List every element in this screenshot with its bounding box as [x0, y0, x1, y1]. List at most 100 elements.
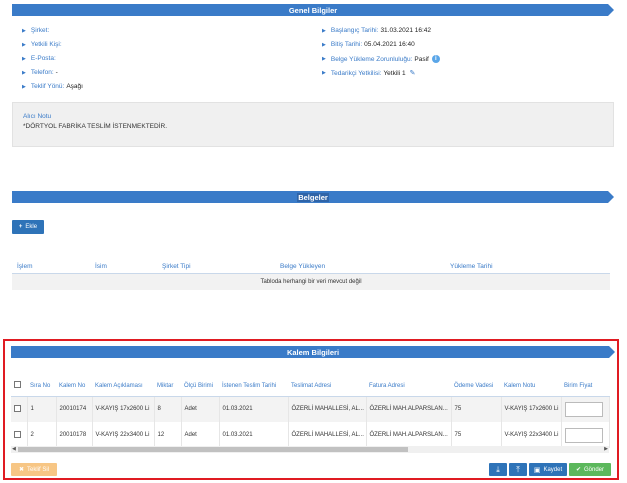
- bullet-icon: ▶: [322, 41, 326, 48]
- doc-required-label: Belge Yükleme Zorunluluğu:: [330, 55, 413, 63]
- invoice-address: ÖZERLİ MAH.ALPARSLAN...: [366, 422, 452, 448]
- scrollbar-thumb[interactable]: [18, 447, 408, 452]
- check-icon: ✔: [575, 467, 581, 473]
- item-no: 20010174: [56, 396, 93, 422]
- bullet-icon: ▶: [22, 69, 26, 76]
- info-icon[interactable]: i: [431, 55, 440, 63]
- upload-button[interactable]: ⤒: [509, 463, 527, 476]
- item-note: V-KAYIŞ 22x3400 Li: [501, 422, 562, 448]
- bullet-icon: ▶: [322, 27, 326, 34]
- col-action[interactable]: İşlem: [17, 263, 33, 273]
- start-date-value: 31.03.2021 16:42: [380, 27, 432, 34]
- payment-term: 75: [451, 396, 502, 422]
- delete-offer-label: Teklif Sil: [27, 466, 50, 473]
- select-all-cell[interactable]: [11, 376, 27, 397]
- row-no: 1: [27, 396, 57, 422]
- supplier-contact-label: Tedarikçi Yetkilisi:: [330, 69, 382, 77]
- documents-title: Belgeler: [298, 192, 328, 202]
- info-company: ▶ Şirket:: [22, 27, 51, 34]
- info-email: ▶ E-Posta:: [22, 55, 58, 62]
- info-phone: ▶ Telefon: -: [22, 69, 58, 76]
- col-item-no[interactable]: Kalem No: [56, 376, 92, 397]
- add-document-button[interactable]: + Ekle: [12, 220, 44, 234]
- item-no: 20010178: [56, 422, 93, 448]
- scroll-right-icon[interactable]: ▶: [604, 446, 608, 453]
- row-select-cell[interactable]: [11, 422, 28, 448]
- unit-price-cell: [561, 396, 610, 422]
- col-item-desc[interactable]: Kalem Açıklaması: [92, 376, 154, 397]
- col-name[interactable]: İsim: [95, 263, 107, 273]
- items-header: Kalem Bilgileri: [11, 346, 615, 358]
- edit-icon[interactable]: ✎: [410, 69, 416, 77]
- row-no: 2: [27, 422, 57, 448]
- unit-price-cell: [561, 422, 610, 448]
- supplier-contact-value: Yetkili 1: [383, 69, 406, 77]
- unit-price-input[interactable]: [564, 427, 603, 443]
- bullet-icon: ▶: [22, 27, 26, 34]
- requested-date: 01.03.2021: [219, 422, 289, 448]
- payment-term: 75: [451, 422, 502, 448]
- info-doc-required: ▶ Belge Yükleme Zorunluluğu: Pasif i: [322, 55, 440, 63]
- add-document-label: Ekle: [25, 224, 38, 230]
- items-table: Sıra No Kalem No Kalem Açıklaması Miktar…: [11, 376, 610, 448]
- col-unit[interactable]: Ölçü Birimi: [181, 376, 219, 397]
- col-row-no[interactable]: Sıra No: [27, 376, 56, 397]
- scroll-left-icon[interactable]: ◀: [12, 446, 16, 453]
- delivery-address: ÖZERLİ MAHALLESİ, AL...: [288, 396, 367, 422]
- send-label: Gönder: [584, 466, 605, 473]
- col-payment-term[interactable]: Ödeme Vadesi: [451, 376, 501, 397]
- delivery-address: ÖZERLİ MAHALLESİ, AL...: [288, 422, 367, 448]
- buyer-note-text: *DÖRTYOL FABRİKA TESLİM İSTENMEKTEDİR.: [23, 123, 167, 130]
- info-contact: ▶ Yetkili Kişi:: [22, 41, 64, 48]
- send-button[interactable]: ✔ Gönder: [569, 463, 611, 476]
- documents-table-header: İşlem İsim Şirket Tipi Belge Yükleyen Yü…: [12, 258, 610, 274]
- save-button[interactable]: ▣ Kaydet: [529, 463, 567, 476]
- plus-icon: +: [18, 224, 23, 230]
- col-quantity[interactable]: Miktar: [154, 376, 181, 397]
- info-bid-direction: ▶ Teklif Yönü: Aşağı: [22, 83, 83, 90]
- col-delivery-address[interactable]: Teslimat Adresi: [288, 376, 366, 397]
- row-checkbox[interactable]: [14, 404, 21, 412]
- unit: Adet: [181, 396, 220, 422]
- save-icon: ▣: [533, 466, 541, 474]
- download-button[interactable]: ⤓: [489, 463, 507, 476]
- select-all-checkbox[interactable]: [14, 381, 21, 389]
- quantity: 12: [154, 422, 182, 448]
- quantity: 8: [154, 396, 182, 422]
- download-icon: ⤓: [496, 464, 500, 474]
- documents-header: Belgeler: [12, 191, 614, 203]
- table-row: 2 20010178 V-KAYIŞ 22x3400 Li 12 Adet 01…: [11, 422, 610, 448]
- phone-label: Telefon:: [30, 69, 54, 76]
- start-date-label: Başlangıç Tarihi:: [330, 27, 379, 34]
- doc-required-value: Pasif: [414, 55, 429, 63]
- col-unit-price[interactable]: Birim Fiyat: [561, 376, 609, 397]
- col-uploader[interactable]: Belge Yükleyen: [280, 263, 325, 273]
- delete-offer-button[interactable]: ✖ Teklif Sil: [11, 463, 57, 476]
- invoice-address: ÖZERLİ MAH.ALPARSLAN...: [366, 396, 452, 422]
- bullet-icon: ▶: [22, 55, 26, 62]
- documents-empty-message: Tabloda herhangi bir veri mevcut değil: [12, 274, 610, 290]
- item-desc: V-KAYIŞ 17x2600 Li: [92, 396, 155, 422]
- general-info-title: Genel Bilgiler: [288, 5, 338, 15]
- requested-date: 01.03.2021: [219, 396, 289, 422]
- save-label: Kaydet: [543, 466, 563, 473]
- col-company-type[interactable]: Şirket Tipi: [162, 263, 191, 273]
- col-upload-date[interactable]: Yükleme Tarihi: [450, 263, 493, 273]
- buyer-note-box: Alıcı Notu *DÖRTYOL FABRİKA TESLİM İSTEN…: [12, 102, 614, 147]
- item-desc: V-KAYIŞ 22x3400 Li: [92, 422, 155, 448]
- row-checkbox[interactable]: [14, 430, 21, 438]
- table-row: 1 20010174 V-KAYIŞ 17x2600 Li 8 Adet 01.…: [11, 396, 610, 422]
- col-item-note[interactable]: Kalem Notu: [501, 376, 561, 397]
- buyer-note-title: Alıcı Notu: [23, 113, 52, 120]
- general-info-header: Genel Bilgiler: [12, 4, 614, 16]
- items-horizontal-scrollbar[interactable]: ◀ ▶: [11, 446, 609, 453]
- unit: Adet: [181, 422, 220, 448]
- items-header-row: Sıra No Kalem No Kalem Açıklaması Miktar…: [11, 376, 609, 397]
- bid-direction-value: Aşağı: [66, 83, 83, 90]
- col-invoice-address[interactable]: Fatura Adresi: [366, 376, 451, 397]
- info-supplier-contact: ▶ Tedarikçi Yetkilisi: Yetkili 1 ✎: [322, 69, 416, 78]
- unit-price-input[interactable]: [564, 401, 603, 417]
- bullet-icon: ▶: [322, 56, 326, 62]
- row-select-cell[interactable]: [11, 396, 28, 422]
- col-requested-date[interactable]: İstenen Teslim Tarihi: [219, 376, 288, 397]
